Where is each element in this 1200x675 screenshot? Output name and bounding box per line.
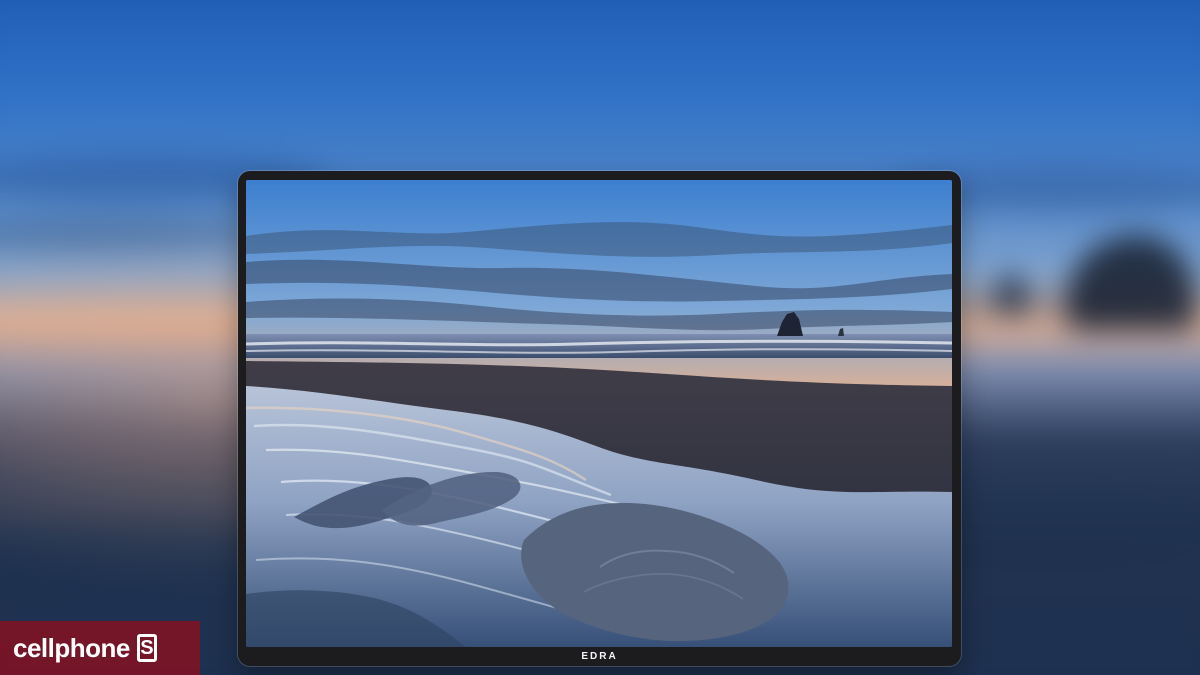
- laptop-display: EDRA: [238, 171, 961, 666]
- promo-scene: EDRA cellphone S: [0, 0, 1200, 675]
- edra-logo: EDRA: [581, 651, 618, 662]
- laptop-screen: [246, 180, 952, 647]
- cellphones-s-letter: S: [140, 637, 154, 659]
- cellphones-s-icon: S: [136, 634, 157, 662]
- cellphones-watermark: cellphone S: [0, 621, 200, 675]
- sunset-beach-wallpaper: [246, 180, 952, 647]
- cellphones-brand-text: cellphone: [13, 633, 130, 663]
